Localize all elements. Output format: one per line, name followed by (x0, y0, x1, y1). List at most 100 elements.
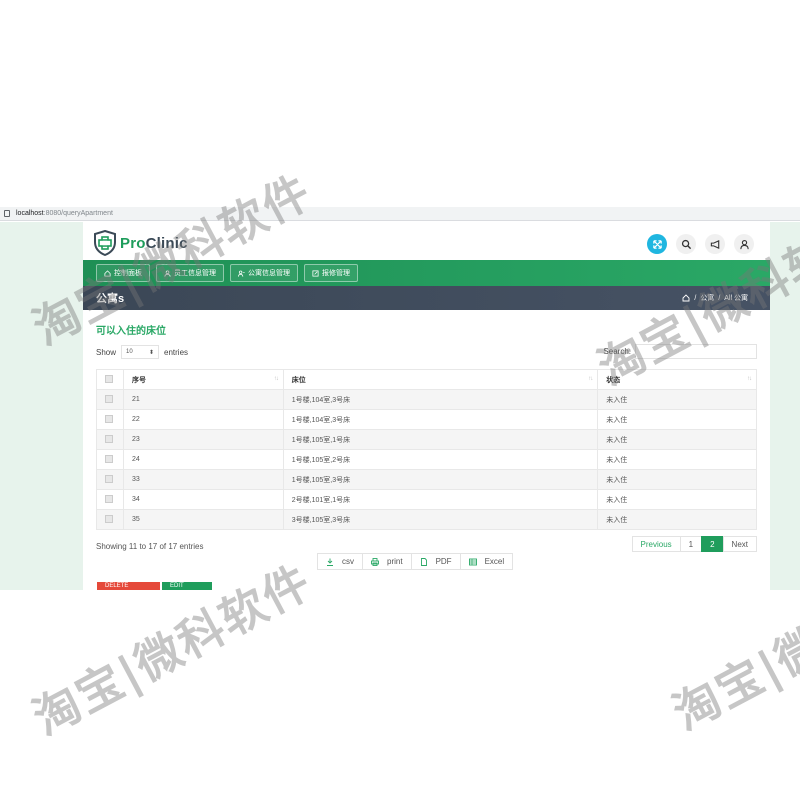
expand-icon[interactable] (647, 234, 667, 254)
export-print-button[interactable]: print (362, 553, 412, 570)
select-all-header[interactable] (96, 369, 124, 390)
pagination-page-2[interactable]: 2 (701, 536, 724, 552)
column-header-bed[interactable]: 床位 ↑↓ (282, 369, 599, 390)
page-icon (4, 210, 10, 217)
printer-icon (371, 557, 379, 566)
table-icon (468, 558, 477, 565)
edit-button-label: EDIT (170, 583, 184, 589)
export-csv-button[interactable]: csv (317, 553, 363, 570)
table-info: Showing 11 to 17 of 17 entries (96, 542, 204, 551)
cell-id: 33 (122, 469, 284, 490)
header-icons (647, 234, 754, 254)
edit-icon (312, 269, 319, 277)
download-icon (327, 558, 333, 566)
export-buttons: csv print PDF Excel (317, 553, 514, 570)
home-icon (104, 269, 111, 277)
export-excel-label: Excel (484, 557, 505, 566)
export-print-label: print (387, 557, 403, 566)
table-row[interactable]: 33 1号楼,105室,3号床 未入住 (96, 469, 757, 490)
search-input[interactable] (635, 344, 757, 359)
url-host: localhost (16, 210, 44, 217)
logo[interactable]: ProClinic (93, 230, 188, 256)
nav-dashboard[interactable]: 控制面板 (96, 264, 150, 282)
megaphone-icon[interactable] (705, 234, 725, 254)
column-header-bed-label: 床位 (291, 376, 306, 384)
edit-button[interactable]: EDIT (162, 582, 212, 590)
row-checkbox[interactable] (105, 494, 113, 503)
table-row[interactable]: 34 2号楼,101室,1号床 未入住 (96, 489, 757, 510)
pagination: Previous 1 2 Next (631, 536, 757, 552)
cell-status: 未入住 (597, 469, 757, 490)
row-select-cell[interactable] (96, 429, 124, 450)
cell-bed: 1号楼,104室,3号床 (282, 389, 599, 410)
row-checkbox[interactable] (105, 454, 113, 463)
cell-id: 34 (122, 489, 284, 510)
pagination-previous[interactable]: Previous (631, 536, 681, 552)
select-arrows-icon: ⬍ (148, 349, 155, 356)
select-all-checkbox[interactable] (105, 374, 113, 383)
nav-repair[interactable]: 报修管理 (304, 264, 358, 282)
cell-bed: 1号楼,105室,2号床 (282, 449, 599, 470)
nav-apartment[interactable]: 公寓信息管理 (230, 264, 298, 282)
table-row[interactable]: 24 1号楼,105室,2号床 未入住 (96, 449, 757, 470)
cell-status: 未入住 (597, 489, 757, 510)
nav-staff[interactable]: 员工信息管理 (156, 264, 224, 282)
page-length-select[interactable]: 10 ⬍ (121, 345, 160, 359)
cell-bed: 2号楼,101室,1号床 (282, 489, 599, 510)
page-length-value: 10 (126, 349, 133, 355)
nav-dashboard-label: 控制面板 (114, 270, 142, 277)
home-icon[interactable] (682, 294, 690, 302)
column-header-status[interactable]: 状态 ↑↓ (597, 369, 757, 390)
row-checkbox[interactable] (105, 434, 113, 443)
screenshot: localhost:8080/queryApartment ProClinic (0, 0, 800, 800)
beds-table: 序号 ↑↓ 床位 ↑↓ 状态 ↑↓ 21 1号楼,104室,3号床 未入住 22 1号… (96, 369, 757, 530)
breadcrumb-apartment[interactable]: 公寓 (700, 293, 714, 303)
search-icon[interactable] (676, 234, 696, 254)
brand-clinic: Clinic (145, 234, 188, 252)
table-row[interactable]: 21 1号楼,104室,3号床 未入住 (96, 389, 757, 410)
page-title-bar: 公寓s / 公寓 / All 公寓 (83, 286, 770, 310)
user-icon[interactable] (734, 234, 754, 254)
table-row[interactable]: 22 1号楼,104室,3号床 未入住 (96, 409, 757, 430)
row-checkbox[interactable] (105, 394, 113, 403)
row-select-cell[interactable] (96, 509, 124, 530)
row-checkbox[interactable] (105, 414, 113, 423)
table-search: Search: (603, 344, 757, 359)
pagination-page-1[interactable]: 1 (679, 536, 703, 552)
export-excel-button[interactable]: Excel (459, 553, 514, 570)
brand-pro: Pro (120, 234, 146, 252)
row-select-cell[interactable] (96, 489, 124, 510)
row-select-cell[interactable] (96, 389, 124, 410)
cell-id: 23 (122, 429, 284, 450)
column-header-id[interactable]: 序号 ↑↓ (122, 369, 284, 390)
row-actions: DELETE EDIT (97, 582, 212, 590)
main-nav: 控制面板 员工信息管理 公寓信息管理 报修管理 (83, 260, 770, 286)
cell-id: 35 (122, 509, 284, 530)
delete-button[interactable]: DELETE (97, 582, 160, 590)
content-panel: 可以入住的床位 Show 10 ⬍ entries Search: 序号 ↑↓ 床… (88, 315, 762, 590)
top-header: ProClinic (83, 226, 770, 260)
show-label: Show (96, 347, 117, 357)
sort-icon: ↑↓ (588, 376, 593, 382)
shield-cross-icon (94, 230, 116, 256)
pagination-next[interactable]: Next (722, 536, 757, 552)
cell-status: 未入住 (597, 509, 757, 530)
nav-staff-label: 员工信息管理 (174, 270, 216, 277)
row-select-cell[interactable] (96, 469, 124, 490)
cell-bed: 1号楼,105室,1号床 (282, 429, 599, 450)
table-row[interactable]: 35 3号楼,105室,3号床 未入住 (96, 509, 757, 530)
breadcrumb-separator: / (718, 294, 721, 302)
cell-bed: 1号楼,105室,3号床 (282, 469, 599, 490)
row-select-cell[interactable] (96, 449, 124, 470)
table-header-row: 序号 ↑↓ 床位 ↑↓ 状态 ↑↓ (96, 369, 757, 390)
export-pdf-button[interactable]: PDF (410, 553, 461, 570)
row-select-cell[interactable] (96, 409, 124, 430)
nav-repair-label: 报修管理 (322, 270, 350, 277)
cell-id: 24 (122, 449, 284, 470)
browser-address-bar[interactable]: localhost:8080/queryApartment (0, 207, 800, 221)
export-pdf-label: PDF (435, 557, 452, 566)
row-checkbox[interactable] (105, 514, 113, 523)
table-row[interactable]: 23 1号楼,105室,1号床 未入住 (96, 429, 757, 450)
users-icon (238, 270, 245, 277)
row-checkbox[interactable] (105, 474, 113, 483)
